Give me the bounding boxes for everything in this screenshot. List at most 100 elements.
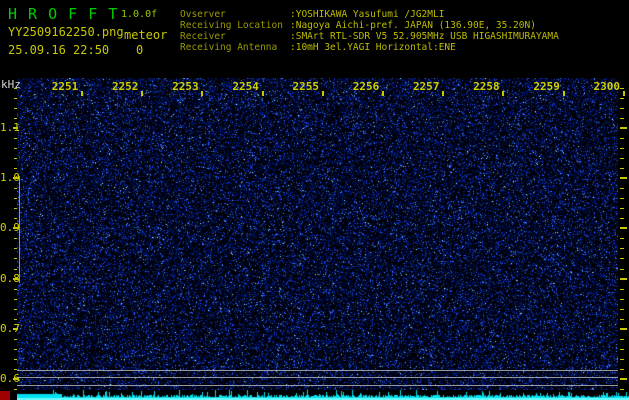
y-minor-tick xyxy=(14,238,17,240)
info-line: Ovserver :YOSHIKAWA Yasufumi /JG2MLI xyxy=(180,9,559,20)
x-tick-label: 2251 xyxy=(51,80,79,93)
y-minor-tick-right xyxy=(620,107,624,109)
y-minor-tick xyxy=(14,97,17,99)
y-minor-tick xyxy=(14,208,17,210)
y-minor-tick xyxy=(14,338,17,340)
app-title: H R O F F T xyxy=(8,5,119,23)
y-minor-tick xyxy=(14,198,17,200)
reference-line-upper xyxy=(17,370,618,371)
y-minor-tick-right xyxy=(620,97,624,99)
info-line: Receiver :SMArt RTL-SDR V5 52.905MHz USB … xyxy=(180,31,559,42)
y-major-tick xyxy=(13,327,18,330)
x-tick xyxy=(562,91,565,96)
y-minor-tick-right xyxy=(620,188,624,190)
x-tick-label: 2254 xyxy=(232,80,259,93)
y-minor-tick xyxy=(14,107,17,109)
y-tick-label: 0.6 xyxy=(0,372,20,385)
x-tick xyxy=(261,91,264,96)
y-major-tick-right xyxy=(620,277,627,280)
y-minor-tick xyxy=(14,308,17,310)
y-minor-tick-right xyxy=(620,238,624,240)
y-minor-tick xyxy=(14,298,17,300)
band-marker-line xyxy=(19,176,20,283)
x-tick xyxy=(442,91,445,96)
y-major-tick-right xyxy=(620,177,627,180)
x-tick-label: 2300 xyxy=(593,80,621,93)
x-tick-label: 2259 xyxy=(533,80,560,93)
y-major-tick-right xyxy=(620,227,627,230)
y-minor-tick-right xyxy=(620,338,624,340)
level-indicator-block xyxy=(0,391,10,400)
info-label: Ovserver xyxy=(180,9,226,20)
y-minor-tick-right xyxy=(620,138,624,139)
reference-line-middle xyxy=(17,377,618,378)
y-tick-label: 1.1 xyxy=(0,121,20,134)
x-tick-label: 2253 xyxy=(172,80,199,93)
y-tick-label: 1.0 xyxy=(0,171,20,185)
y-minor-tick-right xyxy=(620,148,624,150)
y-major-tick xyxy=(13,227,18,230)
y-minor-tick xyxy=(14,87,17,89)
y-minor-tick-right xyxy=(620,168,624,170)
x-tick-label: 2257 xyxy=(412,80,440,93)
x-tick xyxy=(321,91,324,96)
y-minor-tick-right xyxy=(620,268,624,270)
info-value: :YOSHIKAWA Yasufumi /JG2MLI xyxy=(290,9,445,20)
y-minor-tick-right xyxy=(620,348,624,350)
reference-line-lower xyxy=(17,385,618,386)
y-minor-tick xyxy=(14,138,17,139)
y-minor-tick xyxy=(14,348,17,350)
y-major-tick xyxy=(13,126,18,129)
y-minor-tick xyxy=(14,188,17,190)
echo-count: 0 xyxy=(136,43,144,57)
output-filename: YY2509162250.png xyxy=(8,25,124,39)
info-value: :SMArt RTL-SDR V5 52.905MHz USB HIGASHIM… xyxy=(290,31,559,42)
signal-level-strip xyxy=(17,389,629,400)
y-major-tick xyxy=(13,377,18,380)
y-minor-tick-right xyxy=(620,198,624,200)
mode-label: meteor xyxy=(124,28,168,42)
y-minor-tick-right xyxy=(620,288,624,290)
y-minor-tick xyxy=(14,168,17,170)
spectrogram-canvas xyxy=(17,78,618,390)
x-tick xyxy=(382,91,384,96)
x-tick-label: 2258 xyxy=(473,80,500,93)
x-tick xyxy=(141,91,144,96)
y-tick-label: 0.8 xyxy=(0,271,20,285)
y-minor-tick xyxy=(14,218,17,220)
y-major-tick-right xyxy=(620,377,627,380)
x-tick-label: 2252 xyxy=(111,80,139,93)
y-minor-tick-right xyxy=(620,368,624,370)
hrofft-window: H R O F F T 1.0.0f YY2509162250.png mete… xyxy=(0,0,629,400)
x-tick xyxy=(502,91,505,96)
y-minor-tick xyxy=(14,148,17,150)
x-tick-label: 2256 xyxy=(352,80,380,93)
y-minor-tick xyxy=(14,158,17,160)
info-label: Receiving Location xyxy=(180,20,283,31)
info-label: Receiver xyxy=(180,31,226,42)
y-minor-tick-right xyxy=(620,318,624,320)
y-minor-tick-right xyxy=(620,158,624,160)
y-minor-tick xyxy=(14,268,17,270)
date-time: 25.09.16 22:50 xyxy=(8,43,110,57)
y-minor-tick xyxy=(14,258,17,260)
info-line: Receiving Antenna:10mH 3el.YAGI Horizont… xyxy=(180,42,559,53)
y-minor-tick-right xyxy=(620,248,624,250)
y-minor-tick xyxy=(14,318,17,320)
y-axis-unit: kHz xyxy=(1,78,21,91)
y-minor-tick-right xyxy=(620,298,624,300)
x-tick xyxy=(622,91,625,96)
y-minor-tick xyxy=(14,368,17,370)
y-major-tick xyxy=(13,177,18,180)
y-tick-label: 0.9 xyxy=(0,221,20,235)
info-value: :Nagoya Aichi-pref. JAPAN (136.90E, 35.2… xyxy=(290,20,536,31)
y-minor-tick-right xyxy=(620,308,624,310)
y-minor-tick-right xyxy=(620,358,624,360)
info-label: Receiving Antenna xyxy=(180,42,278,53)
receiver-info: Ovserver :YOSHIKAWA Yasufumi /JG2MLI Recei… xyxy=(180,9,559,53)
x-tick xyxy=(201,91,204,96)
y-minor-tick xyxy=(14,248,17,250)
y-minor-tick xyxy=(14,358,17,360)
x-tick-label: 2255 xyxy=(292,80,320,93)
y-minor-tick-right xyxy=(620,117,624,119)
